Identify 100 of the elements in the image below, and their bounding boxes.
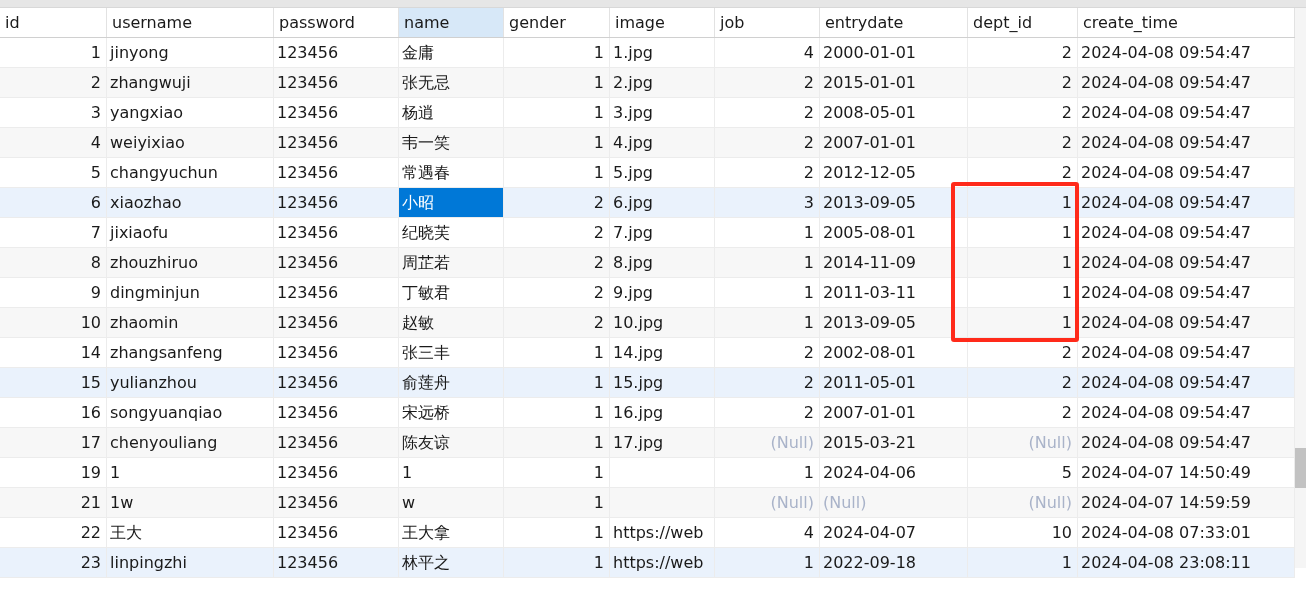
table-cell-text: zhangsanfeng: [110, 341, 223, 364]
table-cell-text: 2024-04-08 09:54:47: [1081, 101, 1251, 124]
table-cell-text: 123456: [277, 281, 339, 304]
table-cell-text: 1: [593, 551, 604, 574]
table-cell-text: 张三丰: [402, 341, 450, 364]
table-cell-text: 1: [1061, 281, 1072, 304]
table-cell-text: 1: [803, 311, 814, 334]
table-cell-text: 8: [90, 251, 101, 274]
table-cell-text: 2: [1061, 341, 1072, 364]
table-cell-text: 张无忌: [402, 71, 450, 94]
table-cell-text: 1: [1061, 191, 1072, 214]
table-cell-text: 10.jpg: [613, 311, 664, 334]
table-cell-text: 4: [803, 521, 814, 544]
table-cell-text: dingminjun: [110, 281, 200, 304]
table-cell-text: 23: [80, 551, 101, 574]
table-cell-text: 2007-01-01: [823, 131, 916, 154]
table-cell-text: 杨逍: [402, 101, 434, 124]
table-cell-text: 王大拿: [402, 521, 450, 544]
table-cell-text: 1: [1061, 221, 1072, 244]
table-cell-text: 123456: [277, 311, 339, 334]
table-cell-text: 1: [593, 461, 604, 484]
table-cell-text: xiaozhao: [110, 191, 182, 214]
table-cell-text: 韦一笑: [402, 131, 450, 154]
table-cell-text: 2: [803, 101, 814, 124]
table-cell-text: yangxiao: [110, 101, 184, 124]
table-cell-text: 2024-04-08 09:54:47: [1081, 311, 1251, 334]
table-cell-text: 2: [1061, 101, 1072, 124]
table-cell-text: 2024-04-08 09:54:47: [1081, 71, 1251, 94]
table-cell-text: 2024-04-07 14:50:49: [1081, 461, 1251, 484]
table-cell-text: 123456: [277, 401, 339, 424]
table-cell-text: 17: [80, 431, 101, 454]
table-cell-text: 2024-04-08 09:54:47: [1081, 161, 1251, 184]
table-cell-text: 金庸: [402, 41, 434, 64]
table-cell-text: 1: [593, 101, 604, 124]
table-cell-text: 周芷若: [402, 251, 450, 274]
table-cell-text: 14: [80, 341, 101, 364]
table-cell-text: 2024-04-08 09:54:47: [1081, 371, 1251, 394]
table-cell-text: 常遇春: [402, 161, 450, 184]
table-cell-text: 123456: [277, 191, 339, 214]
table-cell-text: yulianzhou: [110, 371, 197, 394]
table-cell-text: 123456: [277, 131, 339, 154]
table-cell-text: 4.jpg: [613, 131, 654, 154]
table-cell-text: 15.jpg: [613, 371, 664, 394]
table-cell-text: 2: [1061, 161, 1072, 184]
scrollbar[interactable]: [1295, 8, 1306, 568]
table-cell-text: songyuanqiao: [110, 401, 223, 424]
table-cell-text: 1: [593, 431, 604, 454]
table-cell-text: 2: [593, 311, 604, 334]
table-cell-text: 2: [803, 401, 814, 424]
table-cell-text: 1: [593, 341, 604, 364]
table-cell-text: 123456: [277, 41, 339, 64]
table-cell-text: 1: [803, 551, 814, 574]
table-cell-text: https://web: [613, 521, 704, 544]
null-value: (Null): [1028, 431, 1072, 454]
null-value: (Null): [770, 431, 814, 454]
table-cell-text: 1: [90, 41, 101, 64]
table-cell-text: 1: [593, 161, 604, 184]
table-cell-text: 1: [593, 41, 604, 64]
table-cell-text: jinyong: [110, 41, 169, 64]
table-cell-text: 1: [593, 401, 604, 424]
table-cell-text: 2: [1061, 71, 1072, 94]
table-cell-text: 123456: [277, 71, 339, 94]
table-cell-text: 1.jpg: [613, 41, 654, 64]
table-cell-text: 1: [593, 71, 604, 94]
table-cell-text: linpingzhi: [110, 551, 187, 574]
table-cell-text: 1: [803, 221, 814, 244]
table-cell-text: 1: [1061, 251, 1072, 274]
table-cell-text: 2011-03-11: [823, 281, 916, 304]
table-cell-text: w: [402, 491, 416, 514]
table-cell-text: 21: [80, 491, 101, 514]
table-cell-text: 6: [90, 191, 101, 214]
table-cell-text: 123456: [277, 431, 339, 454]
table-cell-text: 赵敏: [402, 311, 434, 334]
table-cell-text: 4: [90, 131, 101, 154]
table-cell-text: 2024-04-08 09:54:47: [1081, 281, 1251, 304]
column-header[interactable]: name: [399, 8, 504, 37]
table-cell-text: 2014-11-09: [823, 251, 916, 274]
table-cell-text: 1: [803, 461, 814, 484]
table-cell-text: 1: [402, 461, 413, 484]
table-cell-text: 2000-01-01: [823, 41, 916, 64]
table-cell-text: 9: [90, 281, 101, 304]
table-cell-text: 2024-04-08 09:54:47: [1081, 41, 1251, 64]
table-cell-text: 林平之: [402, 551, 450, 574]
table-cell-text: 123456: [277, 371, 339, 394]
table-cell-text: 2: [593, 191, 604, 214]
table-cell-text: 3.jpg: [613, 101, 654, 124]
table-cell-text: 10: [80, 311, 101, 334]
table-cell-text: zhouzhiruo: [110, 251, 198, 274]
table-cell-text: 123456: [277, 461, 339, 484]
table-cell-text: 2024-04-07: [823, 521, 916, 544]
table-cell-text: 19: [80, 461, 101, 484]
null-value: (Null): [1028, 491, 1072, 514]
table-cell-text: 22: [80, 521, 101, 544]
table-cell-text: 123456: [277, 341, 339, 364]
table-cell-text: 14.jpg: [613, 341, 664, 364]
table-cell-text: 2024-04-08 09:54:47: [1081, 251, 1251, 274]
table-cell-text: 1: [593, 371, 604, 394]
table-cell-text: 2: [90, 71, 101, 94]
table-cell-text: 7: [90, 221, 101, 244]
table-cell-text: 2024-04-08 09:54:47: [1081, 191, 1251, 214]
